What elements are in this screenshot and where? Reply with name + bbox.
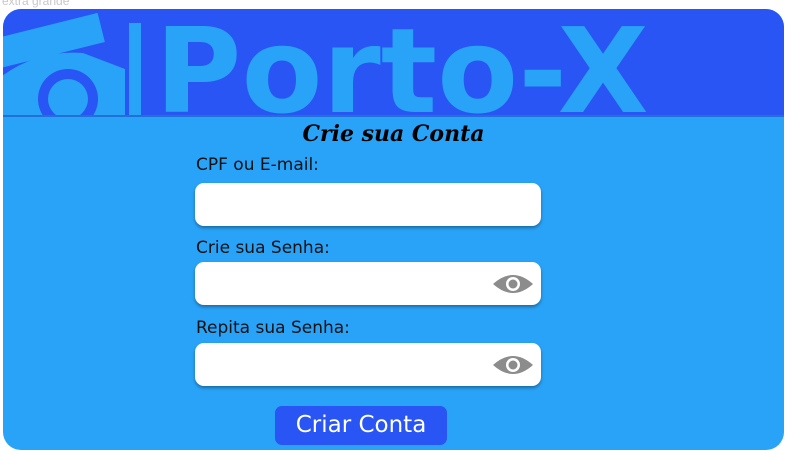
email-field[interactable]	[195, 183, 541, 226]
repeat-password-label: Repita sua Senha:	[196, 318, 350, 338]
password-label: Crie sua Senha:	[196, 238, 330, 258]
email-label: CPF ou E-mail:	[196, 155, 319, 175]
frame-label: extra grande	[2, 0, 70, 8]
create-account-button[interactable]: Criar Conta	[275, 406, 447, 445]
eye-icon[interactable]	[492, 272, 534, 296]
form-title: Crie sua Conta	[302, 121, 485, 147]
header-banner: Porto-X	[3, 9, 784, 117]
logo-text: Porto-X	[155, 9, 649, 115]
password-field[interactable]	[195, 262, 541, 305]
car-icon	[3, 12, 141, 115]
signup-card: Porto-X Crie sua Conta CPF ou E-mail: Cr…	[3, 9, 784, 450]
eye-icon[interactable]	[492, 353, 534, 377]
repeat-password-field[interactable]	[195, 343, 541, 386]
brand-logo: Porto-X	[3, 9, 649, 115]
